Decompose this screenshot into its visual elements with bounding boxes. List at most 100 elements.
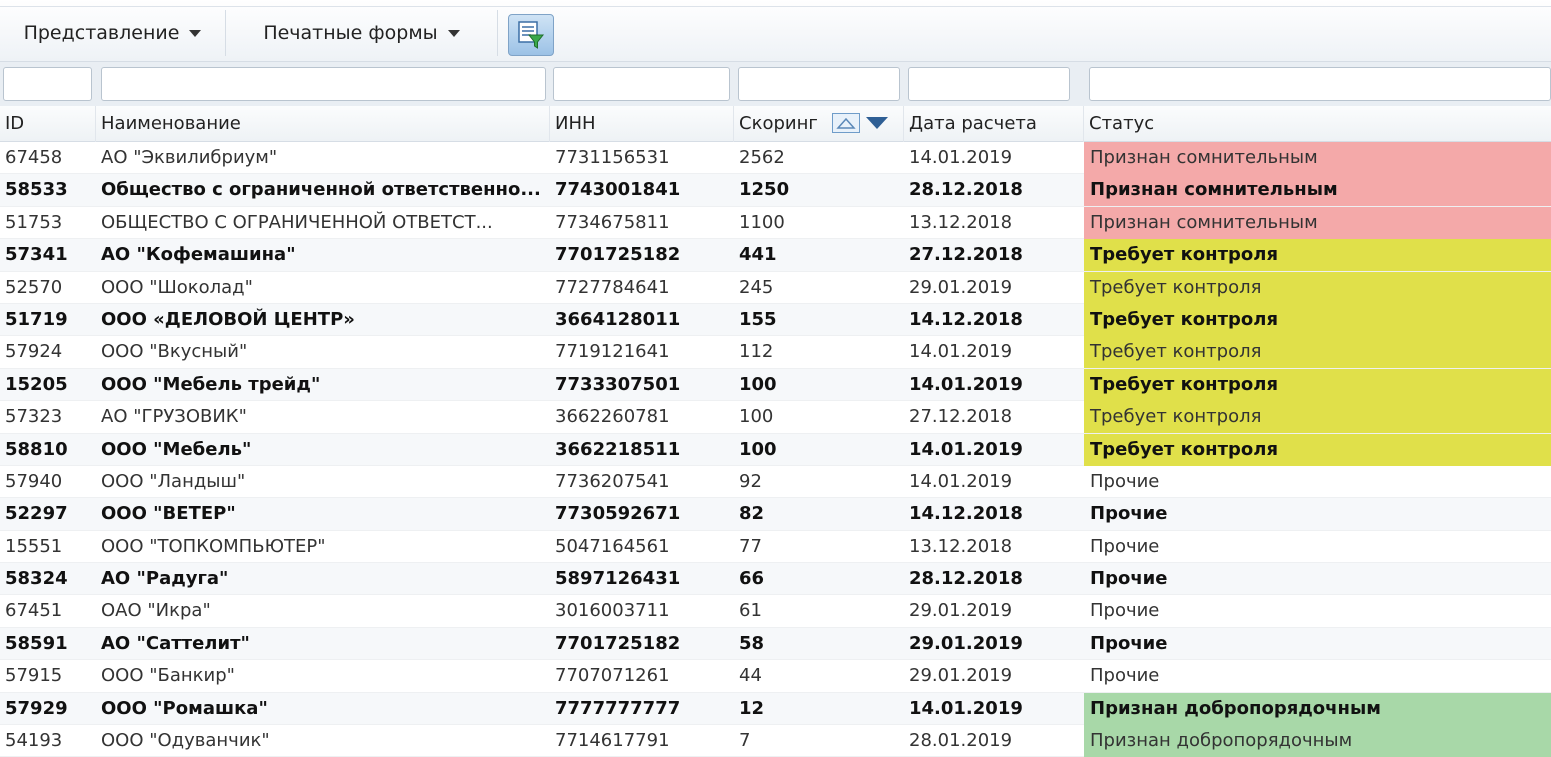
- cell-name: ОАО "Икра": [101, 600, 211, 622]
- cell-date: 14.01.2019: [909, 373, 1023, 395]
- cell-score: 441: [739, 244, 777, 266]
- table-row[interactable]: 15551 ООО "ТОПКОМПЬЮТЕР" 5047164561 77 13.12…: [0, 531, 1551, 564]
- column-header-inn[interactable]: ИНН: [550, 106, 734, 142]
- table-row[interactable]: 57341 АО "Кофемашина" 7701725182 441 27.12.2…: [0, 239, 1551, 272]
- cell-inn: 3664128011: [555, 308, 681, 330]
- cell-id: 57924: [5, 341, 63, 363]
- cell-inn: 7707071261: [555, 665, 670, 687]
- column-header-date[interactable]: Дата расчета: [904, 106, 1084, 142]
- cell-inn: 7734675811: [555, 211, 670, 233]
- cell-inn: 7730592671: [555, 503, 681, 525]
- cell-status: Требует контроля: [1084, 271, 1551, 304]
- table-row[interactable]: 54193 ООО "Одуванчик" 7714617791 7 28.01.201…: [0, 725, 1551, 757]
- table-row[interactable]: 67458 АО "Эквилибриум" 7731156531 2562 14.01…: [0, 142, 1551, 175]
- cell-date: 28.12.2018: [909, 568, 1023, 590]
- cell-status: Прочие: [1090, 470, 1160, 492]
- cell-date: 14.01.2019: [909, 438, 1023, 460]
- chevron-down-icon: [447, 29, 460, 37]
- cell-status: Признан сомнительным: [1084, 206, 1551, 239]
- cell-name: ООО "ТОПКОМПЬЮТЕР": [101, 535, 326, 557]
- cell-score: 1100: [739, 211, 785, 233]
- table-row[interactable]: 67451 ОАО "Икра" 3016003711 61 29.01.2019 Про…: [0, 595, 1551, 628]
- table-row[interactable]: 52297 ООО "ВЕТЕР" 7730592671 82 14.12.2018 Пр…: [0, 498, 1551, 531]
- cell-name: ООО "Ромашка": [101, 697, 268, 719]
- cell-inn: 7777777777: [555, 697, 681, 719]
- date-filter-input[interactable]: [908, 67, 1070, 101]
- cell-date: 14.01.2019: [909, 697, 1023, 719]
- table-row[interactable]: 57323 АО "ГРУЗОВИК" 3662260781 100 27.12.201…: [0, 401, 1551, 434]
- cell-id: 57915: [5, 665, 63, 687]
- score-filter-input[interactable]: [738, 67, 900, 101]
- cell-date: 14.12.2018: [909, 503, 1023, 525]
- status-filter-input[interactable]: [1089, 67, 1551, 101]
- name-filter-input[interactable]: [101, 67, 546, 101]
- view-menu-button[interactable]: Представление: [0, 10, 226, 56]
- cell-date: 29.01.2019: [909, 665, 1013, 687]
- cell-id: 15551: [5, 535, 63, 557]
- cell-name: ООО "Ландыш": [101, 470, 246, 492]
- table-row[interactable]: 51719 ООО «ДЕЛОВОЙ ЦЕНТР» 3664128011 155 14.…: [0, 303, 1551, 337]
- cell-inn: 7714617791: [555, 730, 670, 752]
- cell-status: Требует контроля: [1084, 336, 1551, 369]
- cell-name: ООО "Одуванчик": [101, 730, 270, 752]
- cell-score: 44: [739, 665, 762, 687]
- cell-date: 14.01.2019: [909, 470, 1013, 492]
- table-row[interactable]: 58533 Общество с ограниченной ответственн…: [0, 174, 1551, 207]
- cell-inn: 3016003711: [555, 600, 670, 622]
- table-row[interactable]: 51753 ОБЩЕСТВО С ОГРАНИЧЕННОЙ ОТВЕТСТ... 7…: [0, 206, 1551, 240]
- cell-score: 100: [739, 406, 774, 428]
- table-header: ID Наименование ИНН Скоринг Дата расчета…: [0, 106, 1551, 142]
- cell-status: Признан сомнительным: [1084, 174, 1551, 207]
- cell-name: ООО "Мебель": [101, 438, 252, 460]
- cell-name: ООО "Шоколад": [101, 276, 253, 298]
- table-row[interactable]: 58324 АО "Радуга" 5897126431 66 28.12.2018 Пр…: [0, 563, 1551, 596]
- cell-date: 27.12.2018: [909, 244, 1023, 266]
- cell-score: 245: [739, 276, 774, 298]
- cell-date: 28.01.2019: [909, 730, 1013, 752]
- cell-date: 14.12.2018: [909, 308, 1023, 330]
- table-row[interactable]: 15205 ООО "Мебель трейд" 7733307501 100 14.0…: [0, 368, 1551, 402]
- table-row[interactable]: 58591 АО "Саттелит" 7701725182 58 29.01.2019…: [0, 627, 1551, 661]
- cell-date: 28.12.2018: [909, 179, 1023, 201]
- cell-date: 14.01.2019: [909, 147, 1013, 168]
- triangle-up-icon: [836, 117, 856, 129]
- cell-name: ООО «ДЕЛОВОЙ ЦЕНТР»: [101, 308, 355, 330]
- cell-name: ООО "Мебель трейд": [101, 373, 321, 395]
- table-row[interactable]: 52570 ООО "Шоколад" 7727784641 245 29.01.201…: [0, 271, 1551, 304]
- cell-inn: 7701725182: [555, 632, 681, 654]
- cell-score: 7: [739, 730, 751, 752]
- cell-status: Прочие: [1090, 503, 1168, 525]
- cell-id: 52570: [5, 276, 63, 298]
- column-header-status[interactable]: Статус: [1084, 106, 1551, 142]
- cell-name: АО "Эквилибриум": [101, 147, 278, 168]
- cell-status: Прочие: [1090, 568, 1168, 590]
- cell-inn: 7736207541: [555, 470, 670, 492]
- cell-id: 58810: [5, 438, 68, 460]
- table-row[interactable]: 57940 ООО "Ландыш" 7736207541 92 14.01.2019 П…: [0, 466, 1551, 499]
- sort-descending-icon[interactable]: [864, 115, 890, 131]
- inn-filter-input[interactable]: [553, 67, 730, 101]
- cell-id: 57341: [5, 244, 68, 266]
- table-row[interactable]: 58810 ООО "Мебель" 3662218511 100 14.01.2019…: [0, 433, 1551, 466]
- sort-ascending-icon[interactable]: [832, 113, 860, 133]
- cell-date: 29.01.2019: [909, 276, 1013, 298]
- column-header-id[interactable]: ID: [0, 106, 96, 142]
- cell-score: 61: [739, 600, 762, 622]
- toolbar-divider: [0, 6, 1551, 7]
- column-header-name[interactable]: Наименование: [96, 106, 550, 142]
- cell-inn: 7701725182: [555, 244, 681, 266]
- cell-id: 57323: [5, 406, 63, 428]
- print-forms-menu-button[interactable]: Печатные формы: [226, 10, 498, 56]
- table-row[interactable]: 57924 ООО "Вкусный" 7719121641 112 14.01.201…: [0, 336, 1551, 369]
- cell-inn: 7731156531: [555, 147, 670, 168]
- cell-status: Требует контроля: [1084, 303, 1551, 336]
- cell-score: 112: [739, 341, 774, 363]
- table-row[interactable]: 57929 ООО "Ромашка" 7777777777 12 14.01.2019…: [0, 692, 1551, 726]
- table-row[interactable]: 57915 ООО "Банкир" 7707071261 44 29.01.2019 П…: [0, 660, 1551, 693]
- cell-name: АО "Радуга": [101, 568, 229, 590]
- filter-settings-button[interactable]: [508, 14, 554, 56]
- cell-name: ОБЩЕСТВО С ОГРАНИЧЕННОЙ ОТВЕТСТ...: [101, 211, 493, 233]
- id-filter-input[interactable]: [3, 67, 92, 101]
- cell-inn: 7733307501: [555, 373, 681, 395]
- cell-id: 67458: [5, 147, 63, 168]
